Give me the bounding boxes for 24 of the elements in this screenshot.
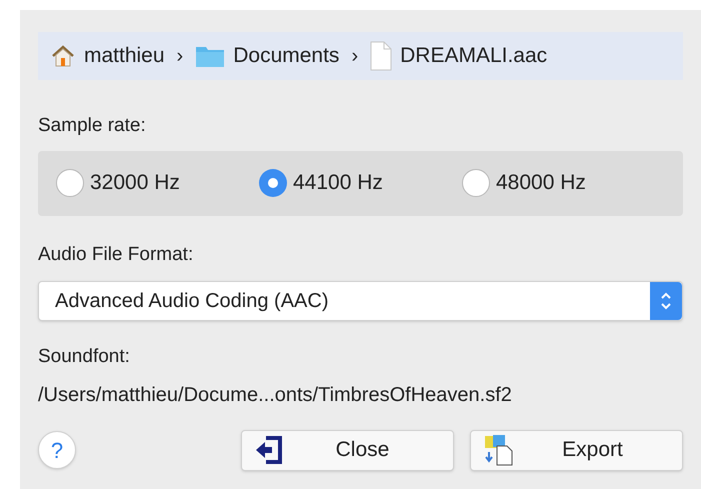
close-button[interactable]: Close: [241, 430, 454, 470]
document-icon: [370, 41, 392, 71]
soundfont-path: /Users/matthieu/Docume...onts/TimbresOfHeaven.sf2: [38, 382, 513, 408]
radio-button[interactable]: [259, 169, 287, 197]
sample-rate-label: Sample rate:: [38, 114, 147, 138]
radio-button[interactable]: [56, 169, 84, 197]
export-icon: [483, 434, 515, 466]
radio-option[interactable]: 48000 Hz: [462, 167, 665, 199]
format-dropdown[interactable]: Advanced Audio Coding (AAC): [38, 281, 683, 321]
export-button[interactable]: Export: [470, 430, 683, 470]
stepper-icon: [650, 282, 682, 320]
help-button[interactable]: ?: [38, 431, 76, 469]
soundfont-label: Soundfont:: [38, 345, 131, 369]
radio-button[interactable]: [462, 169, 490, 197]
radio-option[interactable]: 44100 Hz: [259, 167, 462, 199]
house-icon: [50, 43, 76, 69]
path-item[interactable]: Documents: [233, 40, 340, 72]
format-label: Audio File Format:: [38, 242, 194, 266]
path-item[interactable]: matthieu: [84, 40, 165, 72]
path-separator: ›: [351, 44, 358, 69]
exit-icon: [254, 435, 284, 465]
radio-option[interactable]: 32000 Hz: [56, 167, 259, 199]
path-item[interactable]: DREAMALI.aac: [400, 40, 548, 72]
path-separator: ›: [176, 44, 184, 69]
